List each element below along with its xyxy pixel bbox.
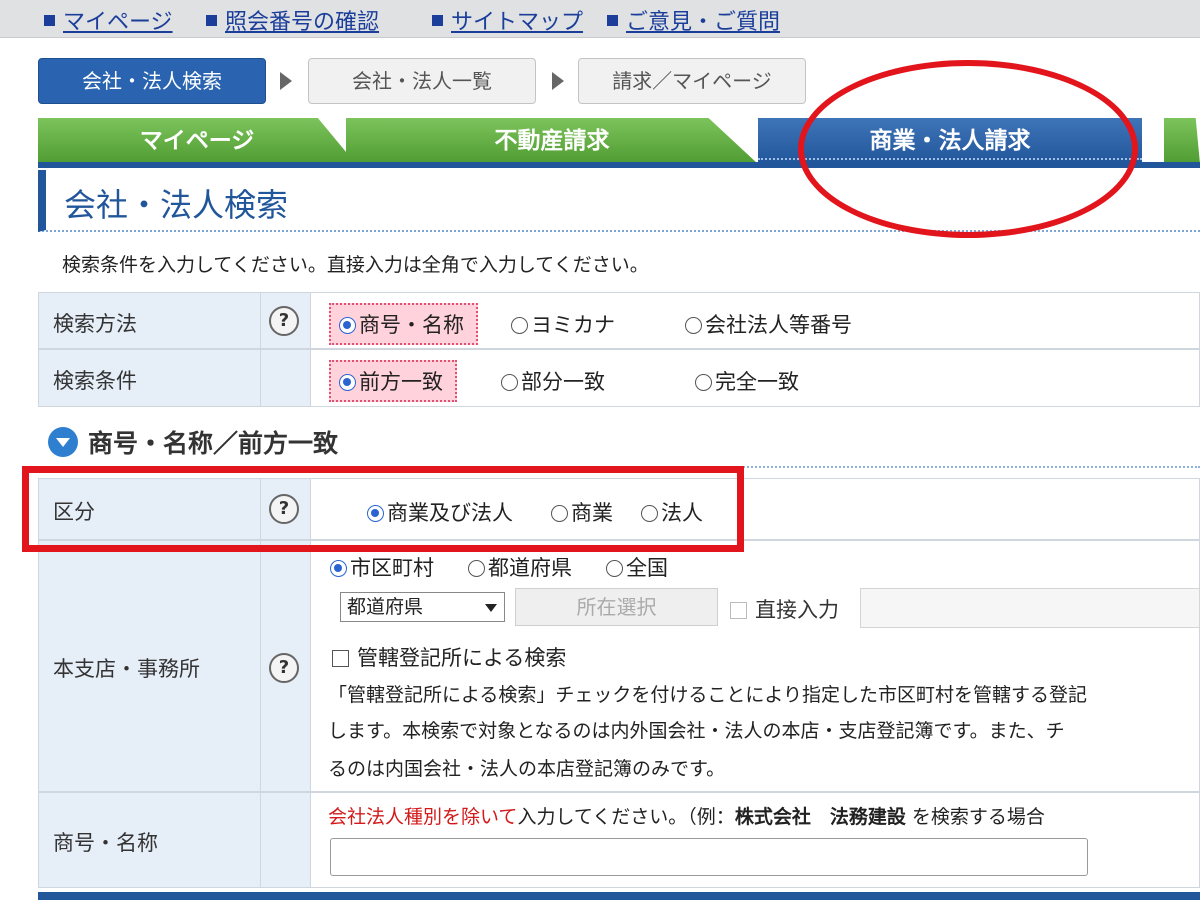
search-condition-option-exact[interactable]: 完全一致: [695, 366, 799, 396]
bottom-bar: [38, 892, 1200, 900]
search-method-row: 検索方法 ? 商号・名称 ヨミカナ 会社法人等番号: [38, 292, 1200, 349]
bullet-square-icon: [432, 15, 443, 26]
scope-option-prefecture[interactable]: 都道府県: [468, 552, 572, 582]
search-condition-label: 検索条件: [53, 369, 137, 393]
tab-real-estate-request[interactable]: 不動産請求: [346, 118, 758, 164]
radio-icon: [685, 317, 702, 334]
tab-mypage[interactable]: マイページ: [38, 118, 356, 164]
radio-icon: [695, 374, 712, 391]
section-header: 商号・名称／前方一致: [48, 424, 338, 460]
top-link-feedback[interactable]: ご意見・ご質問: [607, 4, 780, 36]
prefecture-select[interactable]: 都道府県: [340, 592, 505, 622]
branch-description-line: 「管轄登記所による検索」チェックを付けることにより指定した市区町村を管轄する登記: [328, 684, 1088, 706]
search-method-option-kana[interactable]: ヨミカナ: [511, 309, 615, 339]
checkbox-icon: [730, 602, 747, 619]
radio-icon: [511, 317, 528, 334]
jurisdiction-search-checkbox[interactable]: 管轄登記所による検索: [332, 642, 566, 672]
search-method-option-number[interactable]: 会社法人等番号: [685, 309, 852, 339]
step-arrow-icon: [280, 72, 292, 90]
top-link-sitemap[interactable]: サイトマップ: [432, 4, 583, 36]
search-condition-row: 検索条件 前方一致 部分一致 完全一致: [38, 349, 1200, 407]
company-name-hint: 会社法人種別を除いて入力してください。（例：株式会社 法務建設 を検索する場合: [328, 806, 1045, 828]
instruction-text: 検索条件を入力してください。直接入力は全角で入力してください。: [62, 254, 649, 276]
direct-input-checkbox[interactable]: 直接入力: [730, 594, 839, 624]
step-arrow-icon: [552, 72, 564, 90]
annotation-highlight-box: [22, 466, 744, 552]
bullet-square-icon: [607, 15, 618, 26]
location-select-button[interactable]: 所在選択: [515, 588, 718, 626]
step-request-mypage: 請求／マイページ: [578, 58, 806, 104]
search-method-label: 検索方法: [53, 312, 137, 336]
chevron-down-icon: [485, 604, 497, 612]
top-links-bar: マイページ 照会番号の確認 サイトマップ ご意見・ご質問: [0, 0, 1200, 38]
company-name-input[interactable]: [330, 838, 1088, 876]
search-condition-option-prefix[interactable]: 前方一致: [329, 360, 457, 402]
page-title: 会社・法人検索: [64, 186, 289, 224]
radio-icon: [501, 374, 518, 391]
bullet-square-icon: [44, 15, 55, 26]
scope-option-city[interactable]: 市区町村: [330, 552, 434, 582]
radio-icon: [468, 560, 485, 577]
annotation-ellipse: [798, 60, 1138, 238]
top-link-reference-number[interactable]: 照会番号の確認: [206, 4, 379, 36]
radio-selected-icon: [330, 560, 347, 577]
step-company-list: 会社・法人一覧: [308, 58, 536, 104]
chevron-down-circle-icon: [48, 427, 78, 457]
radio-icon: [606, 560, 623, 577]
top-link-mypage[interactable]: マイページ: [44, 4, 173, 36]
branch-description-line: るのは内国会社・法人の本店登記簿のみです。: [328, 758, 726, 780]
checkbox-icon: [332, 650, 349, 667]
bullet-square-icon: [206, 15, 217, 26]
radio-selected-icon: [339, 374, 356, 391]
search-condition-option-partial[interactable]: 部分一致: [501, 366, 605, 396]
radio-selected-icon: [339, 317, 356, 334]
step-company-search: 会社・法人検索: [38, 58, 266, 104]
direct-input-field[interactable]: [860, 588, 1200, 628]
tab-next[interactable]: [1164, 118, 1200, 164]
help-icon[interactable]: ?: [269, 306, 299, 336]
search-method-option-name[interactable]: 商号・名称: [329, 303, 478, 345]
help-icon[interactable]: ?: [269, 653, 299, 683]
branch-description-line: します。本検索で対象となるのは内外国会社・法人の本店・支店登記簿です。また、チ: [328, 720, 1065, 742]
company-name-label: 商号・名称: [53, 831, 158, 855]
scope-option-nationwide[interactable]: 全国: [606, 552, 668, 582]
branch-office-label: 本支店・事務所: [53, 657, 200, 681]
